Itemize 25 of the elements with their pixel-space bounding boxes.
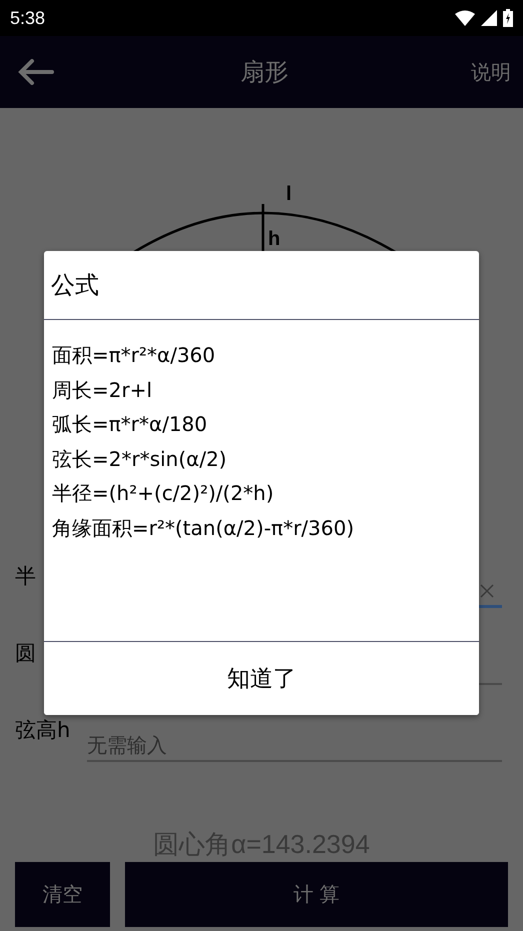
help-button[interactable]: 说明 xyxy=(467,54,515,90)
field-label: 弦高h xyxy=(15,716,72,744)
action-button[interactable]: 清空 xyxy=(15,862,110,927)
formula-text: 弧长=π*r*α/180 xyxy=(52,411,208,438)
formula-text: 周长=2r+l xyxy=(52,376,152,404)
arc-label: l xyxy=(286,183,292,205)
clear-icon[interactable] xyxy=(480,584,494,598)
field-label: 半 xyxy=(15,562,37,590)
signal-icon xyxy=(481,10,497,26)
page-title: 扇形 xyxy=(240,58,288,86)
formula-text: 面积=π*r²*α/360 xyxy=(52,342,216,369)
back-arrow-icon xyxy=(18,59,54,85)
battery-icon xyxy=(503,9,513,27)
field-label: 圆 xyxy=(15,640,37,666)
formula-text: 半径=(h²+(c/2)²)/(2*h) xyxy=(52,480,274,508)
height-label: h xyxy=(268,228,280,250)
action-button[interactable]: 计 算 xyxy=(125,862,508,927)
input-field[interactable]: 无需输入 xyxy=(87,730,502,762)
height-line xyxy=(262,204,264,251)
ok-button[interactable]: 知道了 xyxy=(44,642,479,715)
wifi-icon xyxy=(455,10,475,26)
clock: 5:38 xyxy=(10,8,46,28)
dialog-title: 公式 xyxy=(51,270,99,301)
formula-text: 角缘面积=r²*(tan(α/2)-π*r/360) xyxy=(52,514,354,542)
formula-text: 弦长=2*r*sin(α/2) xyxy=(52,446,227,473)
